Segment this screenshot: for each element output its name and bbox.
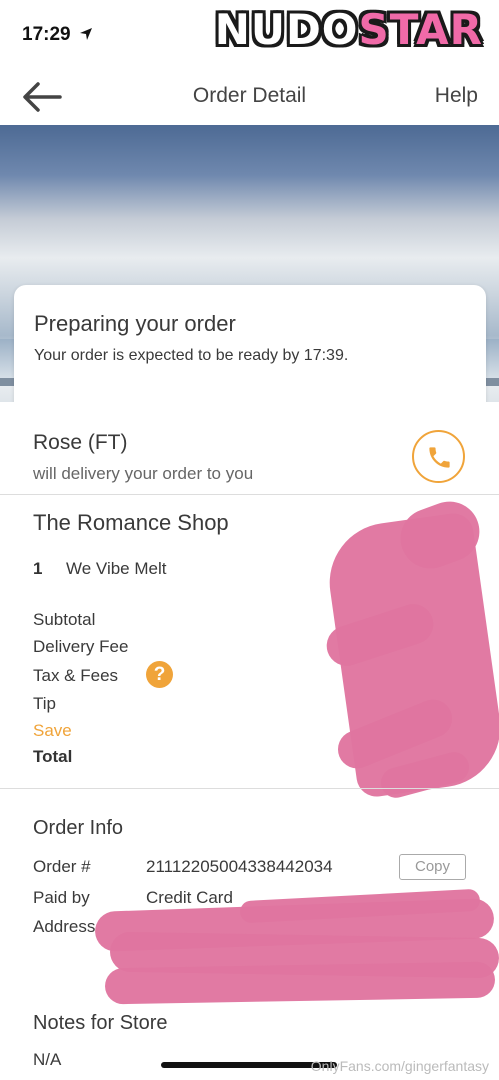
call-courier-button[interactable] <box>412 430 465 483</box>
save-label: Save <box>33 721 72 740</box>
delivery-fee-label: Delivery Fee <box>33 637 129 656</box>
order-number-label: Order # <box>33 857 91 876</box>
phone-icon <box>429 447 450 468</box>
courier-name: Rose (FT) <box>33 431 128 454</box>
status-time: 17:29 <box>22 24 71 45</box>
watermark-logo-part1: NUDO <box>214 4 359 54</box>
total-label: Total <box>33 747 73 766</box>
page-title: Order Detail <box>192 84 307 107</box>
order-status-title: Preparing your order <box>34 311 236 336</box>
order-status-card: Preparing your order Your order is expec… <box>14 285 486 402</box>
redaction-scribble <box>104 961 496 1005</box>
tax-info-icon[interactable]: ? <box>146 661 173 688</box>
tip-label: Tip <box>33 694 56 713</box>
section-divider <box>0 788 499 789</box>
order-number-value: 21112205004338442034 <box>146 857 333 876</box>
watermark-logo: NUDO STAR <box>207 4 491 54</box>
shop-name: The Romance Shop <box>33 510 229 535</box>
help-link[interactable]: Help <box>435 84 478 108</box>
copy-order-number-button[interactable]: Copy <box>399 854 466 880</box>
item-name: We Vibe Melt <box>66 559 167 578</box>
notes-value: N/A <box>33 1050 62 1069</box>
notes-title: Notes for Store <box>33 1012 168 1034</box>
order-status-subtitle: Your order is expected to be ready by 17… <box>34 347 349 364</box>
paid-by-label: Paid by <box>33 888 90 907</box>
order-info-title: Order Info <box>33 817 124 839</box>
nav-bar: Order Detail Help <box>0 70 499 125</box>
paid-by-value: Credit Card <box>146 888 233 907</box>
subtotal-label: Subtotal <box>33 610 96 629</box>
tax-fees-label: Tax & Fees <box>33 666 119 685</box>
status-bar: 17:29 NUDO STAR <box>0 0 499 70</box>
footer-watermark: OnlyFans.com/gingerfantasy <box>310 1058 489 1074</box>
courier-section: Rose (FT) will delivery your order to yo… <box>0 402 499 495</box>
watermark-logo-part2: STAR <box>358 4 483 54</box>
item-quantity: 1 <box>33 559 43 578</box>
store-banner-image: Preparing your order Your order is expec… <box>0 125 499 402</box>
location-arrow-icon <box>80 28 92 40</box>
address-label: Address <box>33 917 96 936</box>
courier-subtitle: will delivery your order to you <box>33 464 254 483</box>
